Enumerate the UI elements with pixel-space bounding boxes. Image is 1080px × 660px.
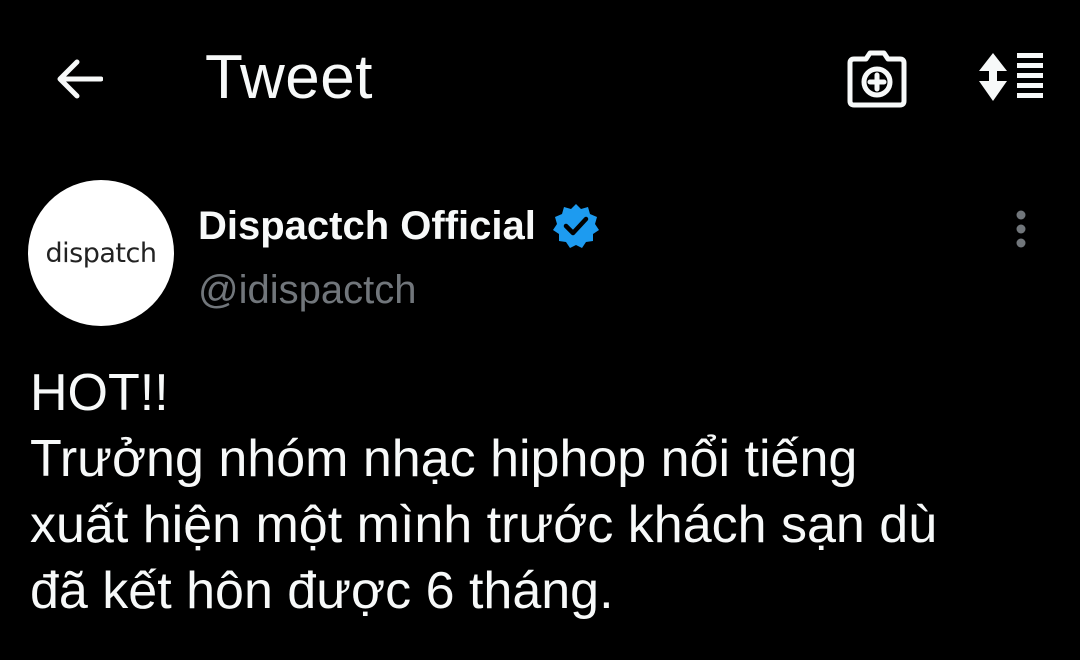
back-button[interactable] (48, 52, 110, 106)
verified-badge-icon (552, 202, 600, 250)
page-title: Tweet (205, 43, 373, 112)
more-options-button[interactable] (1000, 206, 1042, 252)
tweet-body: HOT!! Trưởng nhóm nhạc hiphop nổi tiếng … (30, 360, 1060, 624)
tweet-line: xuất hiện một mình trước khách sạn dù (30, 496, 938, 554)
arrow-left-icon (57, 59, 103, 99)
author-avatar[interactable]: dispatch (28, 180, 174, 326)
tweet-line: đã kết hôn được 6 tháng. (30, 562, 614, 620)
tweet-line: HOT!! (30, 364, 169, 422)
more-vertical-icon (1016, 210, 1026, 248)
author-name-row: Dispactch Official (198, 196, 600, 256)
top-app-bar: Tweet (0, 0, 1080, 156)
author-display-name[interactable]: Dispactch Official (198, 204, 536, 249)
sort-list-icon (979, 53, 1043, 101)
camera-plus-icon (847, 50, 907, 108)
add-photo-button[interactable] (844, 46, 910, 112)
tweet-line: Trưởng nhóm nhạc hiphop nổi tiếng (30, 430, 858, 488)
author-handle[interactable]: @idispactch (198, 268, 416, 313)
sort-replies-button[interactable] (970, 46, 1052, 108)
avatar-logo-text: dispatch (45, 237, 157, 269)
